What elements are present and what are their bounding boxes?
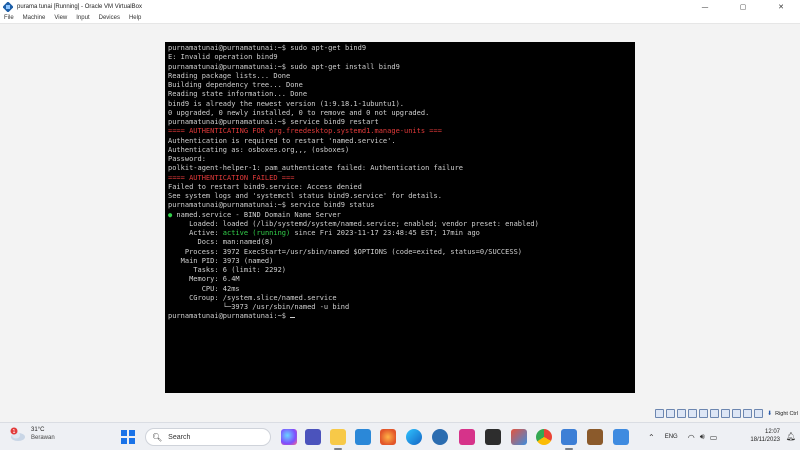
terminal-line: Reading package lists... Done bbox=[168, 71, 291, 80]
terminal-line: purnamatunai@purnamatunai:~$ sudo apt-ge… bbox=[168, 62, 400, 71]
settings-icon[interactable] bbox=[432, 429, 448, 445]
host-key-arrow-icon: ⬇ bbox=[767, 410, 773, 417]
terminal-line: └─3973 /usr/sbin/named -u bind bbox=[168, 303, 350, 311]
cpu-icon[interactable] bbox=[743, 409, 753, 418]
terminal-line: Password: bbox=[168, 155, 206, 163]
terminal-line: Building dependency tree... Done bbox=[168, 81, 303, 89]
virtualbox-taskbar-icon[interactable] bbox=[561, 429, 577, 445]
maximize-button[interactable]: ▢ bbox=[724, 0, 762, 13]
cloud-icon: 1 bbox=[10, 427, 27, 442]
menu-help[interactable]: Help bbox=[129, 15, 141, 21]
terminal-line: Loaded: loaded (/lib/systemd/system/name… bbox=[168, 219, 539, 228]
shared-folders-icon[interactable] bbox=[710, 409, 720, 418]
file-explorer-icon[interactable] bbox=[330, 429, 346, 445]
store-icon[interactable] bbox=[355, 429, 371, 445]
terminal-line: Process: 3972 ExecStart=/usr/sbin/named … bbox=[168, 247, 523, 256]
terminal-line: purnamatunai@purnamatunai:~$ service bin… bbox=[168, 201, 375, 210]
terminal-line: Authenticating as: osboxes.org,,, (osbox… bbox=[168, 145, 350, 154]
recording-icon[interactable] bbox=[732, 409, 742, 418]
weather-widget[interactable]: 1 31°C Berawan bbox=[10, 426, 55, 442]
close-button[interactable]: ✕ bbox=[762, 0, 800, 13]
window-controls: — ▢ ✕ bbox=[686, 0, 800, 13]
terminal-line: bind9 is already the newest version (1:9… bbox=[168, 99, 405, 108]
cursor bbox=[290, 317, 296, 319]
chrome-icon[interactable] bbox=[536, 429, 552, 445]
terminal-line: polkit-agent-helper-1: pam_authenticate … bbox=[168, 164, 464, 173]
terminal-icon[interactable] bbox=[485, 429, 501, 445]
clock[interactable]: 12:07 18/11/2023 bbox=[750, 428, 780, 445]
weather-badge: 1 bbox=[12, 429, 15, 435]
prompt-text: purnamatunai@purnamatunai:~$ bbox=[168, 312, 291, 321]
copilot-icon[interactable] bbox=[281, 429, 297, 445]
terminal-line: CPU: 42ms bbox=[168, 284, 240, 293]
terminal-line: E: Invalid operation bind9 bbox=[168, 53, 278, 62]
active-status: active (running) bbox=[222, 229, 291, 237]
terminal-line: 0 upgraded, 0 newly installed, 0 to remo… bbox=[168, 108, 430, 117]
weather-description: Berawan bbox=[31, 435, 55, 441]
teams-icon[interactable] bbox=[305, 429, 321, 445]
menu-bar: File Machine View Input Devices Help bbox=[0, 13, 800, 24]
terminal-line-active: Active: active (running) since Fri 2023-… bbox=[168, 229, 632, 238]
menu-devices[interactable]: Devices bbox=[99, 15, 120, 21]
system-tray: ⌃ ENG ◠ 🔊︎ ▭ bbox=[648, 423, 722, 450]
window-title: purama tunai [Running] - Oracle VM Virtu… bbox=[17, 3, 142, 10]
wifi-icon[interactable]: ◠ bbox=[688, 433, 695, 442]
firefox-icon[interactable] bbox=[380, 429, 396, 445]
taskbar-search[interactable]: 🔍︎ Search bbox=[145, 428, 271, 446]
mouse-integration-icon[interactable] bbox=[754, 409, 764, 418]
terminal-line: Tasks: 6 (limit: 2292) bbox=[168, 266, 287, 274]
search-label: Search bbox=[168, 433, 191, 441]
optical-drive-icon[interactable] bbox=[666, 409, 676, 418]
menu-input[interactable]: Input bbox=[76, 15, 89, 21]
menu-machine[interactable]: Machine bbox=[23, 15, 46, 21]
notification-bell-icon[interactable]: 🔔︎ bbox=[786, 432, 796, 441]
window-titlebar: purama tunai [Running] - Oracle VM Virtu… bbox=[0, 0, 800, 13]
start-button[interactable] bbox=[121, 430, 135, 444]
chevron-up-icon[interactable]: ⌃ bbox=[648, 433, 655, 442]
service-name-text: named.service - BIND Domain Name Server bbox=[172, 210, 341, 219]
terminal-line-auth-failed: ==== AUTHENTICATION FAILED === bbox=[168, 173, 295, 182]
terminal-line: Main PID: 3973 (named) bbox=[168, 256, 274, 265]
hard-disk-icon[interactable] bbox=[655, 409, 665, 418]
terminal-line: Docs: man:named(8) bbox=[168, 238, 274, 247]
terminal-line-service-name: ● named.service - BIND Domain Name Serve… bbox=[168, 211, 632, 220]
virtualbox-icon bbox=[3, 1, 13, 12]
terminal-console[interactable]: purnamatunai@purnamatunai:~$ sudo apt-ge… bbox=[165, 42, 635, 393]
edge-icon[interactable] bbox=[406, 429, 422, 445]
windows-taskbar: 1 31°C Berawan 🔍︎ Search ⌃ ENG ◠ 🔊︎ ▭ 12… bbox=[0, 422, 800, 450]
audio-icon[interactable] bbox=[677, 409, 687, 418]
language-indicator[interactable]: ENG bbox=[665, 434, 678, 440]
clock-date: 18/11/2023 bbox=[750, 437, 780, 443]
winrar-icon[interactable] bbox=[511, 429, 527, 445]
clock-time: 12:07 bbox=[764, 429, 780, 435]
terminal-prompt: purnamatunai@purnamatunai:~$ bbox=[168, 312, 632, 321]
menu-file[interactable]: File bbox=[4, 15, 14, 21]
terminal-line: purnamatunai@purnamatunai:~$ sudo apt-ge… bbox=[168, 44, 367, 52]
host-key-label: Right Ctrl bbox=[775, 410, 798, 417]
terminal-line: See system logs and 'systemctl status bi… bbox=[168, 192, 442, 200]
terminal-line-auth-header: ==== AUTHENTICATING FOR org.freedesktop.… bbox=[168, 127, 442, 136]
vm-status-bar: ⬇ Right Ctrl bbox=[0, 406, 800, 422]
network-icon[interactable] bbox=[688, 409, 698, 418]
photos-icon[interactable] bbox=[613, 429, 629, 445]
search-icon: 🔍︎ bbox=[152, 432, 163, 442]
display-icon[interactable] bbox=[721, 409, 731, 418]
terminal-line: Reading state information... Done bbox=[168, 90, 308, 99]
terminal-line: Authentication is required to restart 'n… bbox=[168, 136, 396, 145]
active-since: since Fri 2023-11-17 23:48:45 EST; 17min… bbox=[290, 229, 480, 237]
status-icons: ⬇ Right Ctrl bbox=[655, 409, 798, 418]
wps-icon[interactable] bbox=[459, 429, 475, 445]
weather-temperature: 31°C bbox=[31, 427, 45, 433]
terminal-line: purnamatunai@purnamatunai:~$ service bin… bbox=[168, 118, 379, 126]
volume-icon[interactable]: 🔊︎ bbox=[700, 432, 705, 442]
app-icon[interactable] bbox=[587, 429, 603, 445]
usb-icon[interactable] bbox=[699, 409, 709, 418]
terminal-line: Memory: 6.4M bbox=[168, 275, 240, 284]
menu-view[interactable]: View bbox=[54, 15, 67, 21]
terminal-line: Failed to restart bind9.service: Access … bbox=[168, 182, 362, 191]
battery-icon[interactable]: ▭ bbox=[710, 433, 718, 442]
minimize-button[interactable]: — bbox=[686, 0, 724, 13]
active-label: Active: bbox=[168, 229, 223, 237]
terminal-line: CGroup: /system.slice/named.service bbox=[168, 293, 337, 302]
